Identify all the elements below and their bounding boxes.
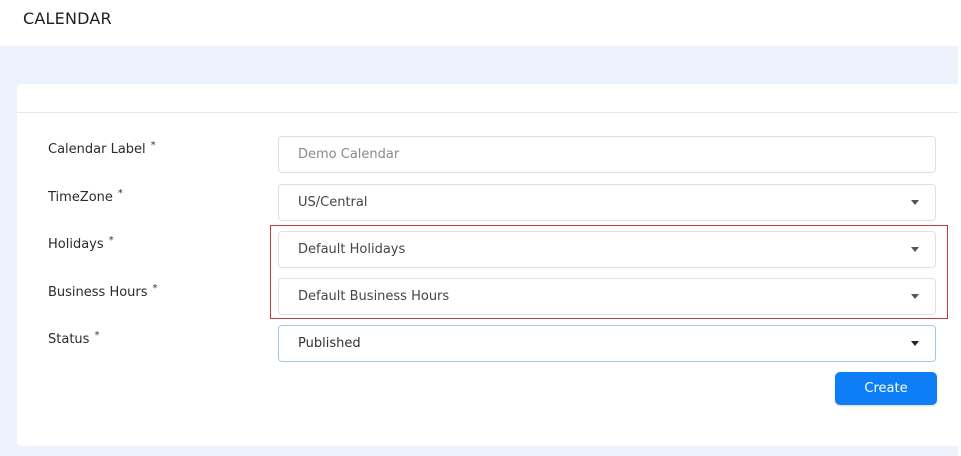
card-divider bbox=[17, 112, 961, 113]
caret-down-icon bbox=[911, 341, 919, 346]
business-hours-label: Business Hours * bbox=[48, 283, 158, 300]
timezone-label-text: TimeZone bbox=[48, 190, 113, 205]
calendar-label-input[interactable]: Demo Calendar bbox=[278, 136, 936, 173]
highlight-annotation-box bbox=[270, 225, 948, 319]
required-mark: * bbox=[150, 140, 156, 151]
status-label: Status * bbox=[48, 330, 100, 347]
status-label-text: Status bbox=[48, 332, 90, 347]
required-mark: * bbox=[152, 283, 158, 294]
timezone-label: TimeZone * bbox=[48, 188, 123, 205]
required-mark: * bbox=[108, 235, 114, 246]
timezone-select[interactable]: US/Central bbox=[278, 184, 936, 221]
required-mark: * bbox=[117, 188, 123, 199]
required-mark: * bbox=[94, 330, 100, 341]
calendar-label-placeholder: Demo Calendar bbox=[298, 147, 400, 162]
create-button[interactable]: Create bbox=[835, 372, 937, 405]
page-title: CALENDAR bbox=[23, 9, 112, 28]
calendar-label-text: Calendar Label bbox=[48, 142, 146, 157]
calendar-label-label: Calendar Label * bbox=[48, 140, 156, 157]
holidays-label-text: Holidays bbox=[48, 237, 104, 252]
page-header: CALENDAR bbox=[0, 0, 961, 46]
calendar-form-card: Calendar Label * Demo Calendar TimeZone * … bbox=[17, 84, 961, 446]
timezone-value: US/Central bbox=[298, 195, 368, 210]
business-hours-label-text: Business Hours bbox=[48, 285, 148, 300]
caret-down-icon bbox=[911, 200, 919, 205]
status-value: Published bbox=[298, 336, 361, 351]
status-select[interactable]: Published bbox=[278, 325, 936, 362]
holidays-label: Holidays * bbox=[48, 235, 114, 252]
